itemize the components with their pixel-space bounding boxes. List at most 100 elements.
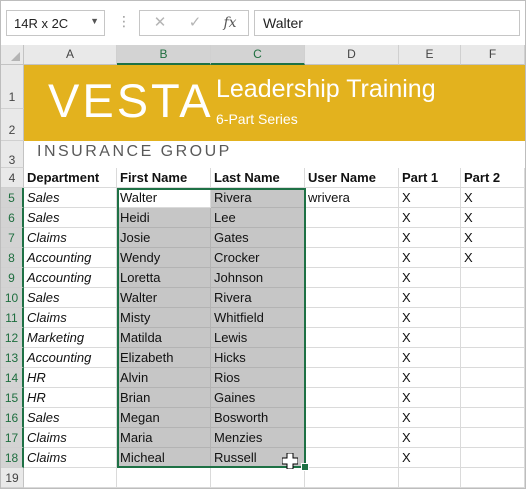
table-cell[interactable]: X: [461, 188, 525, 208]
header-cell-d[interactable]: User Name: [305, 168, 399, 188]
table-cell[interactable]: Marketing: [24, 328, 117, 348]
table-cell[interactable]: Wendy: [117, 248, 211, 268]
header-cell-f[interactable]: Part 2: [461, 168, 525, 188]
table-cell[interactable]: Micheal: [117, 448, 211, 468]
table-cell[interactable]: Loretta: [117, 268, 211, 288]
table-cell[interactable]: X: [399, 328, 461, 348]
table-cell[interactable]: Josie: [117, 228, 211, 248]
table-cell[interactable]: X: [399, 448, 461, 468]
table-cell[interactable]: Gaines: [211, 388, 305, 408]
row-header-7[interactable]: 7: [1, 228, 24, 248]
table-cell[interactable]: [305, 348, 399, 368]
table-cell[interactable]: X: [399, 388, 461, 408]
table-cell[interactable]: [461, 448, 525, 468]
empty-cell[interactable]: [24, 468, 117, 488]
table-cell[interactable]: Megan: [117, 408, 211, 428]
table-cell[interactable]: X: [399, 248, 461, 268]
table-cell[interactable]: [305, 268, 399, 288]
table-cell[interactable]: Rios: [211, 368, 305, 388]
row-header-1[interactable]: 1: [1, 65, 24, 109]
empty-cell[interactable]: [211, 468, 305, 488]
table-cell[interactable]: X: [399, 348, 461, 368]
table-cell[interactable]: Hicks: [211, 348, 305, 368]
table-cell[interactable]: [461, 428, 525, 448]
table-cell[interactable]: X: [399, 228, 461, 248]
row-header-11[interactable]: 11: [1, 308, 24, 328]
table-cell[interactable]: Walter: [117, 288, 211, 308]
column-header-e[interactable]: E: [399, 45, 461, 65]
table-cell[interactable]: X: [461, 208, 525, 228]
row-header-15[interactable]: 15: [1, 388, 24, 408]
table-cell[interactable]: Gates: [211, 228, 305, 248]
table-cell[interactable]: [305, 388, 399, 408]
empty-cell[interactable]: [305, 468, 399, 488]
row-header-4[interactable]: 4: [1, 168, 24, 188]
name-box[interactable]: 14R x 2C ▼: [6, 10, 105, 36]
table-cell[interactable]: [461, 308, 525, 328]
header-cell-a[interactable]: Department: [24, 168, 117, 188]
table-cell[interactable]: [305, 408, 399, 428]
table-cell[interactable]: Rivera: [211, 288, 305, 308]
function-icon[interactable]: fx: [220, 14, 240, 32]
table-cell[interactable]: X: [399, 428, 461, 448]
header-cell-c[interactable]: Last Name: [211, 168, 305, 188]
column-header-b[interactable]: B: [117, 45, 211, 65]
table-cell[interactable]: HR: [24, 368, 117, 388]
table-cell[interactable]: [305, 208, 399, 228]
table-cell[interactable]: Alvin: [117, 368, 211, 388]
table-cell[interactable]: Accounting: [24, 268, 117, 288]
chevron-down-icon[interactable]: ▼: [90, 16, 99, 26]
table-cell[interactable]: Claims: [24, 428, 117, 448]
table-cell[interactable]: [461, 268, 525, 288]
table-cell[interactable]: Walter: [117, 188, 211, 208]
table-cell[interactable]: [305, 428, 399, 448]
table-cell[interactable]: Johnson: [211, 268, 305, 288]
header-cell-b[interactable]: First Name: [117, 168, 211, 188]
grip-icon[interactable]: ⋮: [117, 14, 131, 28]
select-all-corner[interactable]: [1, 45, 24, 65]
table-cell[interactable]: HR: [24, 388, 117, 408]
table-cell[interactable]: Misty: [117, 308, 211, 328]
row-header-18[interactable]: 18: [1, 448, 24, 468]
table-cell[interactable]: [461, 408, 525, 428]
table-cell[interactable]: [305, 248, 399, 268]
close-icon[interactable]: ✕: [150, 14, 170, 32]
table-cell[interactable]: Matilda: [117, 328, 211, 348]
table-cell[interactable]: X: [461, 228, 525, 248]
table-cell[interactable]: Lee: [211, 208, 305, 228]
table-cell[interactable]: [305, 328, 399, 348]
table-cell[interactable]: wrivera: [305, 188, 399, 208]
table-cell[interactable]: X: [399, 268, 461, 288]
table-cell[interactable]: Claims: [24, 448, 117, 468]
table-cell[interactable]: Whitfield: [211, 308, 305, 328]
table-cell[interactable]: Sales: [24, 188, 117, 208]
table-cell[interactable]: Maria: [117, 428, 211, 448]
check-icon[interactable]: ✓: [185, 14, 205, 32]
empty-cell[interactable]: [461, 468, 525, 488]
table-cell[interactable]: [461, 368, 525, 388]
table-cell[interactable]: Claims: [24, 308, 117, 328]
row-header-9[interactable]: 9: [1, 268, 24, 288]
table-cell[interactable]: Bosworth: [211, 408, 305, 428]
table-cell[interactable]: Accounting: [24, 348, 117, 368]
row-header-2[interactable]: 2: [1, 109, 24, 141]
column-header-f[interactable]: F: [461, 45, 525, 65]
empty-cell[interactable]: [117, 468, 211, 488]
table-cell[interactable]: [461, 388, 525, 408]
table-cell[interactable]: [305, 228, 399, 248]
table-cell[interactable]: X: [399, 208, 461, 228]
formula-input[interactable]: Walter: [254, 10, 520, 36]
table-cell[interactable]: Rivera: [211, 188, 305, 208]
row-header-6[interactable]: 6: [1, 208, 24, 228]
table-cell[interactable]: Accounting: [24, 248, 117, 268]
row-header-5[interactable]: 5: [1, 188, 24, 208]
table-cell[interactable]: Claims: [24, 228, 117, 248]
row-header-14[interactable]: 14: [1, 368, 24, 388]
row-header-3[interactable]: 3: [1, 141, 24, 168]
table-cell[interactable]: Sales: [24, 288, 117, 308]
table-cell[interactable]: Elizabeth: [117, 348, 211, 368]
table-cell[interactable]: X: [399, 188, 461, 208]
row-header-12[interactable]: 12: [1, 328, 24, 348]
table-cell[interactable]: Heidi: [117, 208, 211, 228]
row-header-17[interactable]: 17: [1, 428, 24, 448]
